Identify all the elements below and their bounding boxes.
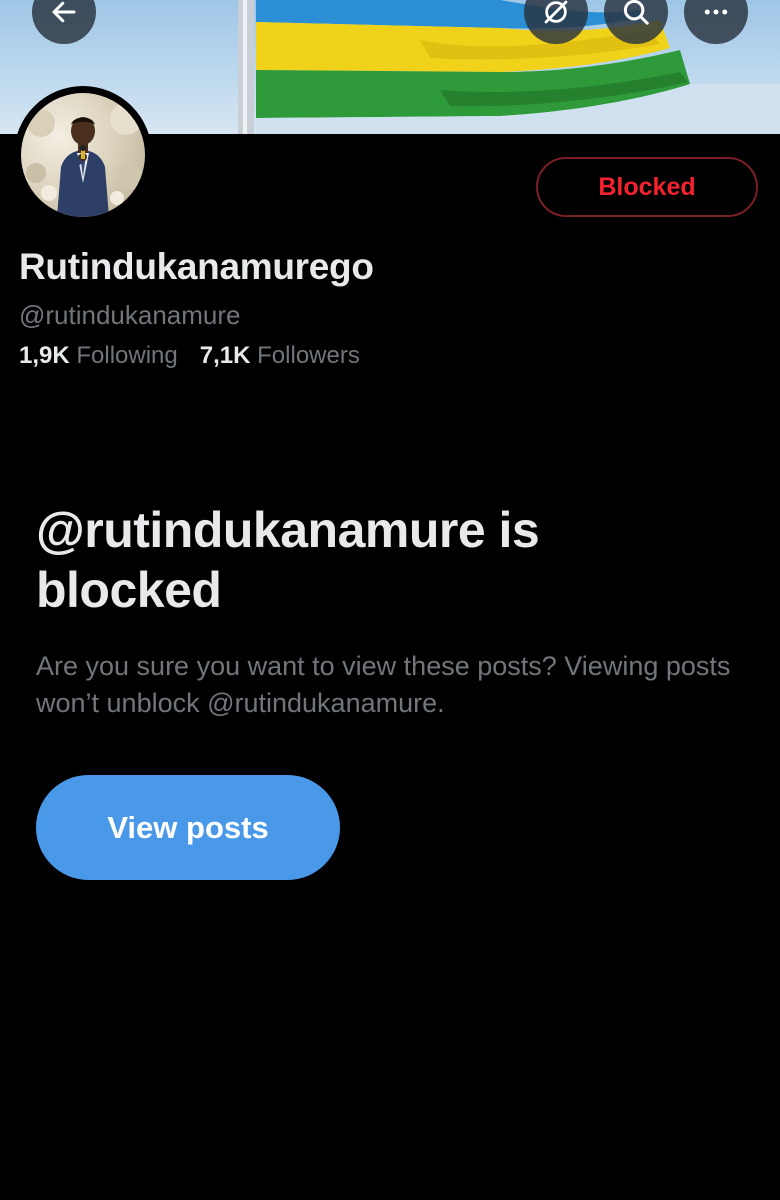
followers-count: 7,1K [199, 342, 251, 369]
profile-handle: @rutindukanamure [19, 300, 241, 330]
view-posts-label: View posts [107, 809, 269, 845]
more-horizontal-icon [704, 9, 728, 15]
profile-display-name: Rutindukanamurego [19, 246, 374, 287]
profile-stats: 1,9K Following 7,1K Followers [19, 342, 360, 370]
avatar-person-image [26, 103, 143, 217]
following-count: 1,9K [19, 342, 70, 369]
blocked-notice-description: Are you sure you want to view these post… [36, 651, 731, 718]
search-icon [623, 0, 649, 25]
profile-avatar[interactable] [14, 86, 152, 224]
followers-label: Followers [257, 342, 360, 369]
arrow-left-icon [52, 1, 76, 23]
following-link[interactable]: 1,9K Following [19, 342, 178, 370]
blocked-button[interactable]: Blocked [536, 157, 758, 217]
avatar-photo [21, 93, 145, 217]
following-label: Following [76, 342, 178, 369]
blocked-notice-title: @rutindukanamure is blocked [36, 502, 540, 618]
blocked-button-label: Blocked [598, 172, 696, 201]
followers-link[interactable]: 7,1K Followers [200, 342, 360, 370]
view-posts-button[interactable]: View posts [36, 775, 340, 880]
grok-icon [544, 0, 568, 24]
